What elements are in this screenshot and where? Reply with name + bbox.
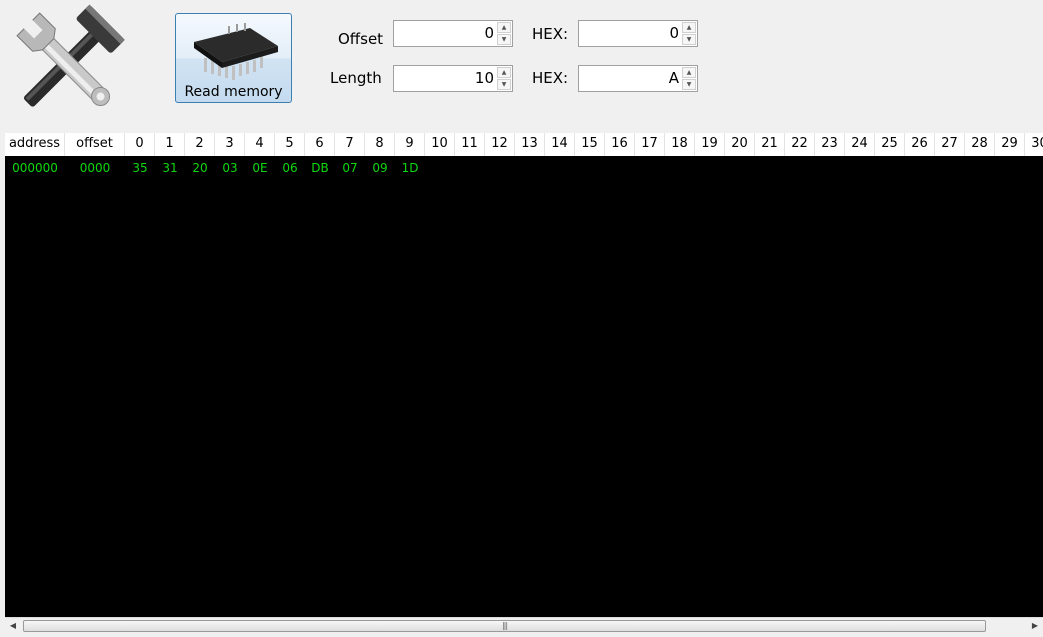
offset-spinbox[interactable]: 0 ▲ ▼ <box>393 20 513 47</box>
spin-up-arrow[interactable]: ▲ <box>497 22 511 33</box>
column-header[interactable]: 10 <box>425 133 455 156</box>
column-header[interactable]: 9 <box>395 133 425 156</box>
length-hex-value: A <box>668 69 679 87</box>
length-spinbox[interactable]: 10 ▲ ▼ <box>393 65 513 92</box>
spin-up-arrow[interactable]: ▲ <box>682 67 696 78</box>
offset-hex-spinbox[interactable]: 0 ▲ ▼ <box>578 20 698 47</box>
scroll-right-arrow[interactable]: ▶ <box>1027 618 1043 634</box>
column-header[interactable]: 22 <box>785 133 815 156</box>
column-header[interactable]: 14 <box>545 133 575 156</box>
column-header[interactable]: 12 <box>485 133 515 156</box>
column-header[interactable]: 5 <box>275 133 305 156</box>
column-header[interactable]: 25 <box>875 133 905 156</box>
column-header[interactable]: offset <box>65 133 125 156</box>
length-hex-spinbox[interactable]: A ▲ ▼ <box>578 65 698 92</box>
byte-cell: 0E <box>252 161 268 175</box>
column-header[interactable]: 6 <box>305 133 335 156</box>
offset-hex-value: 0 <box>669 24 679 42</box>
column-header[interactable]: 27 <box>935 133 965 156</box>
column-header[interactable]: 11 <box>455 133 485 156</box>
byte-cell: 1D <box>401 161 419 175</box>
byte-cell: 06 <box>282 161 298 175</box>
memory-grid[interactable]: 000000 0000 35 31 20 03 0E 06 DB 07 09 1D <box>5 156 1043 617</box>
offset-value: 0 <box>484 24 494 42</box>
column-header[interactable]: 23 <box>815 133 845 156</box>
byte-cell: 20 <box>192 161 208 175</box>
read-memory-label: Read memory <box>184 84 283 100</box>
column-header[interactable]: 8 <box>365 133 395 156</box>
byte-cell: 07 <box>342 161 358 175</box>
spin-down-arrow[interactable]: ▼ <box>682 34 696 45</box>
column-header[interactable]: 19 <box>695 133 725 156</box>
byte-cell: 35 <box>132 161 148 175</box>
memory-chip-icon <box>194 23 278 80</box>
column-header[interactable]: 18 <box>665 133 695 156</box>
column-header[interactable]: 30 <box>1025 133 1043 156</box>
offset-hex-label: HEX: <box>532 25 569 43</box>
byte-cell: 09 <box>372 161 388 175</box>
column-header[interactable]: 7 <box>335 133 365 156</box>
offset-label: Offset <box>338 30 384 48</box>
column-header[interactable]: 0 <box>125 133 155 156</box>
column-header[interactable]: 16 <box>605 133 635 156</box>
byte-cell: DB <box>311 161 329 175</box>
column-header[interactable]: 15 <box>575 133 605 156</box>
length-label: Length <box>330 69 382 87</box>
scroll-grip: ||| <box>501 621 508 630</box>
column-header[interactable]: 28 <box>965 133 995 156</box>
column-header[interactable]: 3 <box>215 133 245 156</box>
column-header[interactable]: 13 <box>515 133 545 156</box>
length-hex-label: HEX: <box>532 69 569 87</box>
grid-header: address offset 0 1 2 3 4 5 6 7 8 9 10 11 12 13 14 15 16 17 1… <box>5 133 1043 157</box>
spin-up-arrow[interactable]: ▲ <box>497 67 511 78</box>
byte-cell: 03 <box>222 161 238 175</box>
byte-cell: 31 <box>162 161 178 175</box>
column-header[interactable]: address <box>5 133 65 156</box>
horizontal-scrollbar[interactable]: ◀ ||| ▶ <box>5 617 1043 634</box>
column-header[interactable]: 21 <box>755 133 785 156</box>
spin-down-arrow[interactable]: ▼ <box>682 79 696 90</box>
offset-cell: 0000 <box>79 161 111 175</box>
scroll-left-arrow[interactable]: ◀ <box>5 618 21 634</box>
spin-down-arrow[interactable]: ▼ <box>497 34 511 45</box>
column-header[interactable]: 1 <box>155 133 185 156</box>
column-header[interactable]: 20 <box>725 133 755 156</box>
spin-down-arrow[interactable]: ▼ <box>497 79 511 90</box>
column-header[interactable]: 24 <box>845 133 875 156</box>
length-value: 10 <box>474 69 494 87</box>
address-cell: 000000 <box>12 161 58 175</box>
column-header[interactable]: 4 <box>245 133 275 156</box>
column-header[interactable]: 26 <box>905 133 935 156</box>
read-memory-button[interactable]: Read memory <box>175 13 292 103</box>
column-header[interactable]: 2 <box>185 133 215 156</box>
spin-up-arrow[interactable]: ▲ <box>682 22 696 33</box>
scroll-thumb[interactable]: ||| <box>23 620 986 632</box>
tools-icon <box>16 4 125 107</box>
column-header[interactable]: 17 <box>635 133 665 156</box>
column-header[interactable]: 29 <box>995 133 1025 156</box>
